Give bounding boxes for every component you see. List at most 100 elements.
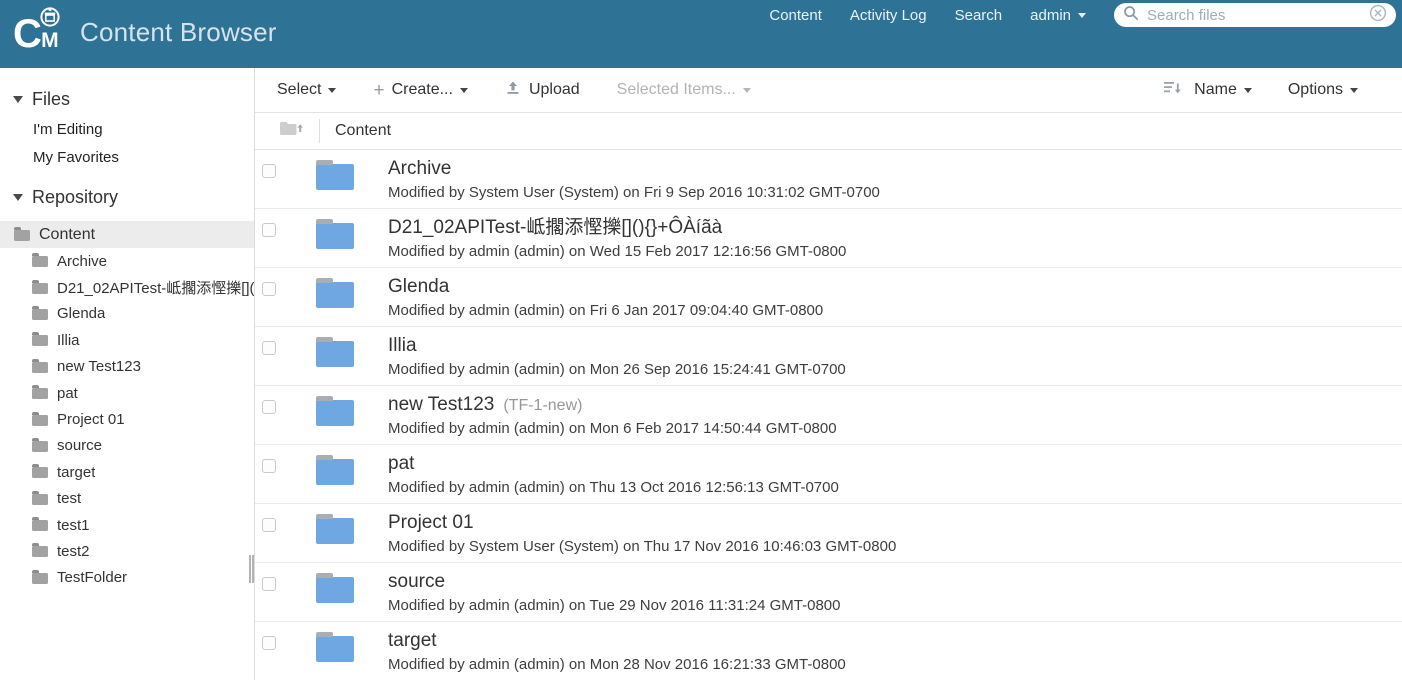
row-checkbox[interactable] xyxy=(262,400,276,414)
row-checkbox[interactable] xyxy=(262,164,276,178)
select-dropdown[interactable]: Select xyxy=(277,81,337,99)
file-row-source[interactable]: source Modified by admin (admin) on Tue 2… xyxy=(255,563,1402,622)
tree-node-test2[interactable]: test2 xyxy=(0,538,254,564)
file-modified-info: Modified by admin (admin) on Tue 29 Nov … xyxy=(388,596,841,614)
app-header: C M Content Browser Content Activity Log S… xyxy=(0,0,1402,68)
logo-letter-m: M xyxy=(41,29,59,52)
tree-node-pat[interactable]: pat xyxy=(0,380,254,406)
section-repository[interactable]: Repository xyxy=(13,187,254,208)
file-title-line: Project 01 xyxy=(388,511,896,535)
tree-node-illia[interactable]: Illia xyxy=(0,327,254,353)
nav-item-content[interactable]: Content xyxy=(769,7,822,24)
logo-letter-c: C xyxy=(13,12,42,57)
file-row-content: target Modified by admin (admin) on Mon 2… xyxy=(388,629,846,673)
tree-node-label: Archive xyxy=(57,252,108,270)
row-checkbox[interactable] xyxy=(262,459,276,473)
sidebar-item-my-favorites[interactable]: My Favorites xyxy=(33,149,254,166)
nav-item-label: admin xyxy=(1030,6,1071,24)
folder-icon xyxy=(316,632,354,662)
chevron-down-icon xyxy=(13,194,23,201)
sort-field-dropdown[interactable]: Name xyxy=(1194,81,1252,99)
file-name[interactable]: Archive xyxy=(388,157,451,181)
folder-icon xyxy=(316,219,354,249)
row-checkbox[interactable] xyxy=(262,577,276,591)
upload-button[interactable]: Upload xyxy=(505,80,580,101)
file-title-line: source xyxy=(388,570,840,594)
file-modified-info: Modified by admin (admin) on Mon 28 Nov … xyxy=(388,655,846,673)
clear-search-icon[interactable] xyxy=(1369,4,1387,27)
tree-node-archive[interactable]: Archive xyxy=(0,248,254,274)
tree-node-target[interactable]: target xyxy=(0,459,254,485)
nav-item-label: Activity Log xyxy=(849,6,927,24)
tree-node-glenda[interactable]: Glenda xyxy=(0,301,254,327)
file-row-content: Project 01 Modified by System User (Syste… xyxy=(388,511,896,555)
file-title-line: pat xyxy=(388,452,839,476)
row-checkbox[interactable] xyxy=(262,282,276,296)
tree-node-test1[interactable]: test1 xyxy=(0,512,254,538)
row-checkbox[interactable] xyxy=(262,518,276,532)
row-checkbox[interactable] xyxy=(262,223,276,237)
search-icon xyxy=(1123,5,1139,26)
folder-icon xyxy=(316,160,354,190)
file-row-glenda[interactable]: Glenda Modified by admin (admin) on Fri 6… xyxy=(255,268,1402,327)
file-row-d21-02apitest[interactable]: D21_02APITest-岻擱添慳擽[](){}+ÔÀíãà Modified … xyxy=(255,209,1402,268)
file-name[interactable]: Glenda xyxy=(388,275,449,299)
select-label: Select xyxy=(277,81,322,98)
file-row-archive[interactable]: Archive Modified by System User (System) … xyxy=(255,150,1402,209)
chevron-down-icon xyxy=(742,87,751,93)
nav-item-search[interactable]: Search xyxy=(955,7,1003,24)
file-name[interactable]: target xyxy=(388,629,437,653)
selected-items-dropdown[interactable]: Selected Items... xyxy=(617,81,751,99)
file-name[interactable]: new Test123 xyxy=(388,393,494,417)
tree-node-project-01[interactable]: Project 01 xyxy=(0,406,254,432)
search-input[interactable] xyxy=(1147,6,1369,24)
file-row-illia[interactable]: Illia Modified by admin (admin) on Mon 26… xyxy=(255,327,1402,386)
sidebar-item-i-m-editing[interactable]: I'm Editing xyxy=(33,121,254,138)
section-files[interactable]: Files xyxy=(13,89,254,110)
tree-node-label: test xyxy=(57,490,82,508)
folder-icon xyxy=(316,514,354,544)
tree-node-label: Illia xyxy=(57,331,80,349)
folder-icon xyxy=(32,385,48,400)
tree-node-source[interactable]: source xyxy=(0,433,254,459)
chevron-down-icon xyxy=(1350,87,1358,93)
file-name[interactable]: D21_02APITest-岻擱添慳擽[](){}+ÔÀíãà xyxy=(388,216,722,240)
file-row-project-01[interactable]: Project 01 Modified by System User (Syste… xyxy=(255,504,1402,563)
file-name[interactable]: source xyxy=(388,570,445,594)
folder-icon xyxy=(32,490,48,505)
file-name[interactable]: Project 01 xyxy=(388,511,474,535)
file-row-content: source Modified by admin (admin) on Tue 2… xyxy=(388,570,840,614)
sort-direction-icon[interactable] xyxy=(1163,80,1182,101)
tree-node-new-test123[interactable]: new Test123 xyxy=(0,354,254,380)
file-modified-info: Modified by System User (System) on Thu … xyxy=(388,537,897,555)
folder-icon xyxy=(32,305,48,320)
folder-up-icon[interactable] xyxy=(279,120,303,143)
file-row-target[interactable]: target Modified by admin (admin) on Mon 2… xyxy=(255,622,1402,680)
chevron-down-icon xyxy=(459,87,468,93)
options-dropdown[interactable]: Options xyxy=(1288,81,1358,99)
file-row-pat[interactable]: pat Modified by admin (admin) on Thu 13 O… xyxy=(255,445,1402,504)
tree-node-d21-02apitest[interactable]: D21_02APITest-岻擱添慳擽[](){}+ÔÀíãà xyxy=(0,274,254,300)
folder-icon xyxy=(32,358,48,373)
tree-node-testfolder[interactable]: TestFolder xyxy=(0,565,254,591)
file-name[interactable]: Illia xyxy=(388,334,417,358)
tree-node-test[interactable]: test xyxy=(0,486,254,512)
file-name[interactable]: pat xyxy=(388,452,414,476)
folder-icon xyxy=(14,226,30,241)
create-dropdown[interactable]: + Create... xyxy=(373,81,468,100)
folder-icon xyxy=(32,253,48,268)
row-checkbox[interactable] xyxy=(262,341,276,355)
tree-node-label: D21_02APITest-岻擱添慳擽[](){}+ÔÀíãà xyxy=(57,280,254,298)
file-row-new-test123[interactable]: new Test123 (TF-1-new) Modified by admin (… xyxy=(255,386,1402,445)
app-logo[interactable]: C M xyxy=(13,7,60,57)
file-modified-info: Modified by admin (admin) on Thu 13 Oct … xyxy=(388,478,839,496)
nav-item-activity-log[interactable]: Activity Log xyxy=(850,7,927,24)
sidebar-resize-handle[interactable] xyxy=(249,555,254,583)
tree-node-label: source xyxy=(57,437,103,455)
nav-item-label: Search xyxy=(954,6,1003,24)
nav-item-admin[interactable]: admin xyxy=(1030,7,1086,24)
tree-node-content[interactable]: Content xyxy=(0,221,254,248)
tree-node-label: test2 xyxy=(57,542,90,560)
row-checkbox[interactable] xyxy=(262,636,276,650)
breadcrumb-current[interactable]: Content xyxy=(335,122,391,140)
